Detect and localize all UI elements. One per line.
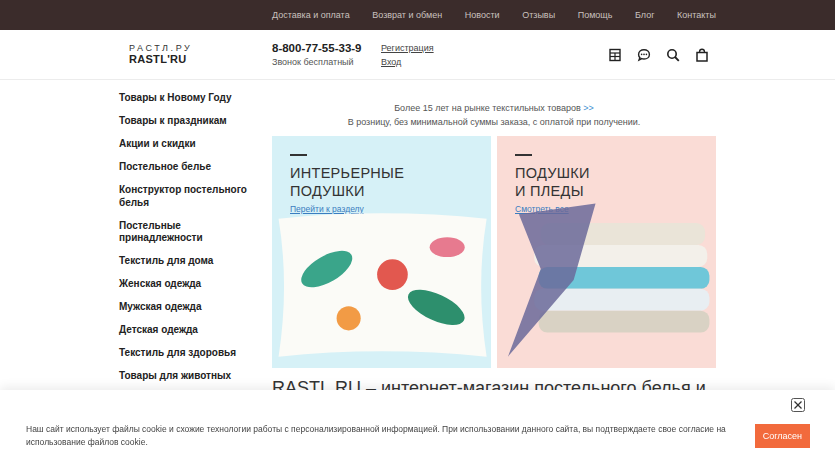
banner-link[interactable]: Перейти к разделу (290, 204, 364, 214)
logo[interactable]: РАСТЛ.РУ RASTL'RU (129, 44, 272, 65)
sidebar-item[interactable]: Детская одежда (119, 324, 272, 337)
auth-links: Регистрация Вход (381, 43, 434, 67)
top-nav-link[interactable]: Новости (465, 10, 500, 20)
auth-link[interactable]: Вход (381, 57, 434, 67)
top-bar: Доставка и оплата Возврат и обмен Новости О… (0, 0, 835, 30)
sidebar-item[interactable]: Постельное белье (119, 161, 272, 174)
top-nav-link[interactable]: Возврат и обмен (372, 10, 442, 20)
pillow-image (272, 203, 491, 368)
banner[interactable]: ИНТЕРЬЕРНЫЕ ПОДУШКИ Перейти к разделу (272, 136, 491, 368)
agree-button[interactable]: Согласен (755, 424, 810, 448)
top-nav-link[interactable]: Доставка и оплата (272, 10, 350, 20)
cookie-banner: Наш сайт использует файлы cookie и схожи… (0, 390, 835, 469)
header-icons (608, 48, 716, 62)
sidebar-item[interactable]: Постельные принадлежности (119, 220, 272, 245)
phone-block: 8-800-77-55-33-9 Звонок бесплатный (272, 42, 381, 67)
top-nav-link[interactable]: Помощь (578, 10, 613, 20)
page: Доставка и оплата Возврат и обмен Новости О… (0, 0, 835, 469)
search-icon[interactable] (666, 48, 680, 62)
sidebar-item[interactable]: Товары к праздникам (119, 115, 272, 128)
blankets-image (497, 203, 716, 368)
banner-title: ПОДУШКИИ ПЛЕДЫ (515, 164, 590, 200)
chat-icon[interactable] (637, 48, 651, 62)
sidebar-item[interactable]: Товары для животных (119, 370, 272, 383)
auth-link[interactable]: Регистрация (381, 43, 434, 53)
top-nav-link[interactable]: Контакты (677, 10, 716, 20)
cart-icon[interactable] (695, 48, 709, 62)
top-nav-link[interactable]: Отзывы (522, 10, 555, 20)
table-icon[interactable] (608, 48, 622, 62)
top-nav-link[interactable]: Блог (635, 10, 654, 20)
banner-title: ИНТЕРЬЕРНЫЕ ПОДУШКИ (290, 164, 473, 200)
sidebar-item[interactable]: Акции и скидки (119, 138, 272, 151)
close-icon[interactable] (791, 398, 805, 412)
more-link[interactable]: >> (583, 103, 594, 113)
banner[interactable]: ПОДУШКИИ ПЛЕДЫ Смотреть все (497, 136, 716, 368)
cookie-text: Наш сайт использует файлы cookie и схожи… (26, 411, 731, 449)
sidebar: Товары к Новому Году Товары к праздникам А… (119, 80, 272, 383)
phone-note: Звонок бесплатный (272, 57, 381, 67)
sidebar-item[interactable]: Конструктор постельного белья (119, 184, 272, 209)
sidebar-item[interactable]: Мужская одежда (119, 301, 272, 314)
banners: ИНТЕРЬЕРНЫЕ ПОДУШКИ Перейти к разделу ПО… (272, 136, 716, 368)
sidebar-item[interactable]: Женская одежда (119, 278, 272, 291)
sidebar-item[interactable]: Текстиль для дома (119, 255, 272, 268)
main-content: Более 15 лет на рынке текстильных товаро… (272, 80, 716, 399)
sidebar-item[interactable]: Текстиль для здоровья (119, 347, 272, 360)
header: РАСТЛ.РУ RASTL'RU 8-800-77-55-33-9 Звоно… (0, 30, 835, 80)
intro: Более 15 лет на рынке текстильных товаро… (272, 80, 716, 136)
phone[interactable]: 8-800-77-55-33-9 (272, 42, 381, 54)
sidebar-item[interactable]: Товары к Новому Году (119, 92, 272, 105)
top-nav: Доставка и оплата Возврат и обмен Новости О… (272, 10, 716, 20)
